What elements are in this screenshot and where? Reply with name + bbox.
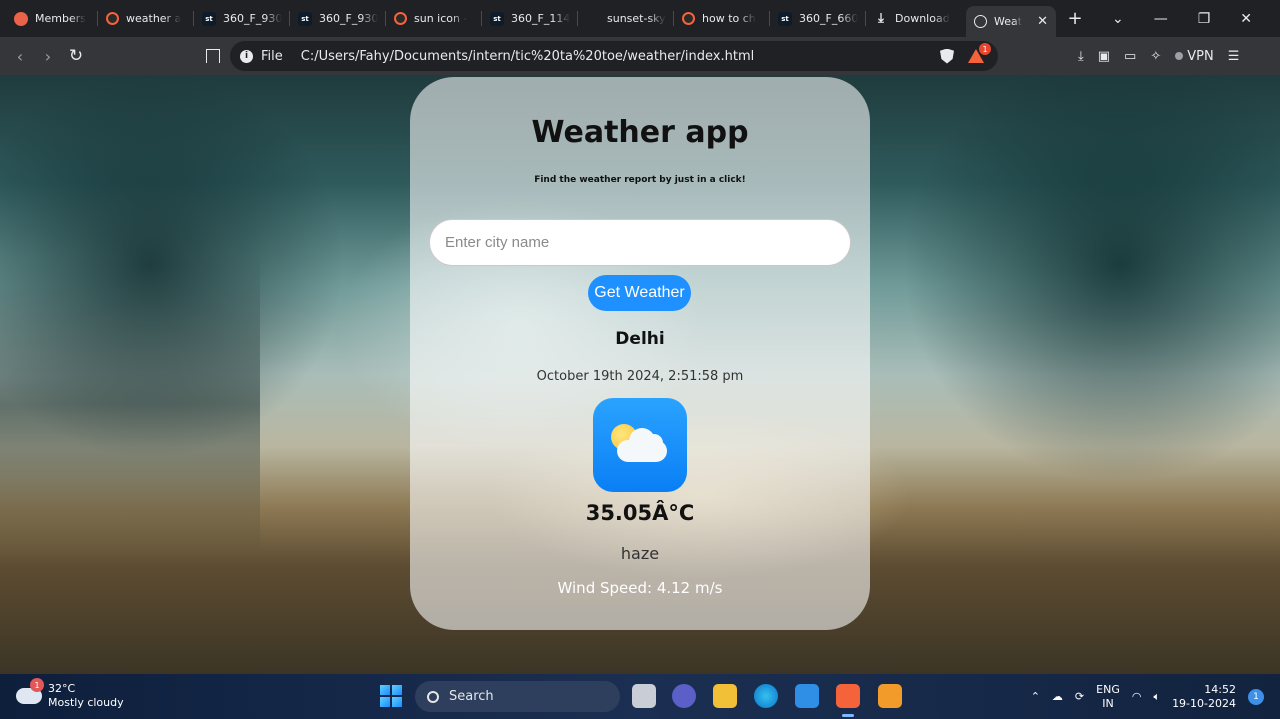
browser-toolbar: ‹ › ↻ i File C:/Users/Fahy/Documents/int… bbox=[0, 37, 1280, 75]
tab-image-4[interactable]: st 360_F_660 bbox=[770, 0, 866, 37]
search-icon bbox=[427, 690, 439, 703]
task-view-icon[interactable] bbox=[632, 684, 656, 708]
system-tray: ⌃ ☁ ⟳ ENG IN ◠ 🔈︎ 14:52 19-10-2024 1 bbox=[1031, 674, 1264, 719]
download-icon: ⤓ bbox=[878, 11, 884, 26]
minimize-icon[interactable]: — bbox=[1154, 11, 1168, 27]
close-window-icon[interactable]: ✕ bbox=[1240, 11, 1252, 27]
page-title: Weather app bbox=[531, 115, 749, 150]
background-rain bbox=[0, 255, 260, 555]
background-cloud bbox=[880, 75, 1280, 495]
tab-members[interactable]: Members bbox=[0, 0, 98, 37]
leo-ai-icon[interactable]: ✧ bbox=[1150, 49, 1161, 64]
wind-speed: Wind Speed: 4.12 m/s bbox=[557, 579, 723, 597]
st-icon: st bbox=[490, 11, 504, 26]
windows-start-icon[interactable] bbox=[380, 685, 402, 707]
scheme-label: File bbox=[261, 48, 283, 64]
volume-icon[interactable]: 🔈︎ bbox=[1153, 690, 1160, 704]
rewards-badge: 1 bbox=[979, 43, 991, 55]
globe-icon bbox=[974, 15, 987, 28]
weather-card: Weather app Find the weather report by j… bbox=[410, 77, 870, 630]
cloud-icon: 1 bbox=[16, 678, 44, 704]
weather-description: haze bbox=[620, 544, 660, 563]
weather-widget[interactable]: 1 32°C Mostly cloudy bbox=[16, 678, 124, 710]
new-tab-button[interactable]: + bbox=[1060, 8, 1090, 29]
temperature: 35.05Â°C bbox=[585, 501, 695, 525]
brave-icon bbox=[106, 12, 119, 25]
back-icon[interactable]: ‹ bbox=[6, 47, 34, 66]
menu-icon[interactable]: ☰ bbox=[1228, 49, 1240, 64]
search-label: Search bbox=[449, 689, 494, 704]
page-viewport: Weather app Find the weather report by j… bbox=[0, 75, 1280, 674]
wifi-icon[interactable]: ◠ bbox=[1132, 690, 1142, 703]
wallet-icon[interactable]: ▭ bbox=[1124, 49, 1136, 64]
sync-icon[interactable]: ⟳ bbox=[1075, 690, 1084, 703]
partly-cloudy-icon bbox=[593, 398, 687, 492]
brave-shield-icon[interactable] bbox=[940, 48, 954, 64]
blank-icon bbox=[586, 12, 600, 26]
tab-sunset[interactable]: sunset-sky bbox=[578, 0, 674, 37]
city-input[interactable] bbox=[429, 219, 851, 266]
page-subtitle: Find the weather report by just in a cli… bbox=[534, 175, 746, 185]
taskbar-search[interactable]: Search bbox=[415, 681, 620, 712]
tab-image-2[interactable]: st 360_F_930 bbox=[290, 0, 386, 37]
members-icon bbox=[14, 11, 28, 26]
info-icon[interactable]: i bbox=[240, 49, 253, 63]
st-icon: st bbox=[778, 11, 792, 26]
tab-bar: Members weather a st 360_F_930 st 360_F_93… bbox=[0, 0, 1280, 37]
tab-downloads[interactable]: ⤓ Download bbox=[866, 0, 962, 37]
tab-weather[interactable]: weather a bbox=[98, 0, 194, 37]
brave-rewards-button[interactable]: 1 bbox=[968, 43, 991, 63]
onedrive-icon[interactable]: ☁ bbox=[1052, 690, 1063, 703]
weather-badge: 1 bbox=[30, 678, 44, 692]
st-icon: st bbox=[298, 11, 312, 26]
cloud-icon bbox=[617, 428, 667, 462]
url-text[interactable]: C:/Users/Fahy/Documents/intern/tic%20ta%… bbox=[301, 49, 754, 64]
forward-icon[interactable]: › bbox=[34, 47, 62, 66]
weather-temp: 32°C bbox=[48, 682, 76, 695]
notification-badge[interactable]: 1 bbox=[1248, 688, 1264, 705]
clock[interactable]: 14:52 19-10-2024 bbox=[1172, 683, 1236, 711]
tab-weather-active[interactable]: Weat ✕ bbox=[966, 6, 1056, 37]
brave-browser-icon[interactable] bbox=[836, 684, 860, 717]
tab-howto[interactable]: how to ch bbox=[674, 0, 770, 37]
window-controls: ⌄ — ❐ ✕ bbox=[1112, 11, 1280, 27]
tab-sun-icon[interactable]: sun icon - bbox=[386, 0, 482, 37]
sidebar-icon[interactable]: ▣ bbox=[1098, 49, 1110, 64]
chevron-up-icon[interactable]: ⌃ bbox=[1031, 690, 1040, 703]
weather-desc: Mostly cloudy bbox=[48, 696, 124, 709]
store-icon[interactable] bbox=[795, 684, 819, 708]
downloads-icon[interactable]: ⤓ bbox=[1078, 49, 1084, 64]
vpn-button[interactable]: VPN bbox=[1175, 49, 1214, 64]
city-name: Delhi bbox=[615, 329, 665, 349]
brave-icon bbox=[682, 12, 695, 25]
language-indicator[interactable]: ENG IN bbox=[1096, 683, 1120, 711]
get-weather-button[interactable]: Get Weather bbox=[588, 275, 691, 311]
vpn-status-icon bbox=[1175, 52, 1184, 60]
tab-image-1[interactable]: st 360_F_930 bbox=[194, 0, 290, 37]
edge-icon[interactable] bbox=[754, 684, 778, 708]
bookmark-icon[interactable] bbox=[206, 49, 220, 63]
reload-icon[interactable]: ↻ bbox=[62, 46, 90, 66]
teams-icon[interactable] bbox=[672, 684, 696, 708]
tab-search-icon[interactable]: ⌄ bbox=[1112, 11, 1124, 27]
restore-icon[interactable]: ❐ bbox=[1198, 11, 1211, 27]
brave-icon bbox=[394, 12, 407, 25]
sublime-text-icon[interactable] bbox=[878, 684, 902, 708]
st-icon: st bbox=[202, 11, 216, 26]
taskbar: 1 32°C Mostly cloudy Search ⌃ ☁ ⟳ ENG IN… bbox=[0, 674, 1280, 719]
file-explorer-icon[interactable] bbox=[713, 684, 737, 708]
close-tab-icon[interactable]: ✕ bbox=[1037, 14, 1048, 29]
address-bar[interactable]: i File C:/Users/Fahy/Documents/intern/ti… bbox=[230, 41, 998, 71]
date-time: October 19th 2024, 2:51:58 pm bbox=[536, 369, 744, 384]
tab-image-3[interactable]: st 360_F_114 bbox=[482, 0, 578, 37]
